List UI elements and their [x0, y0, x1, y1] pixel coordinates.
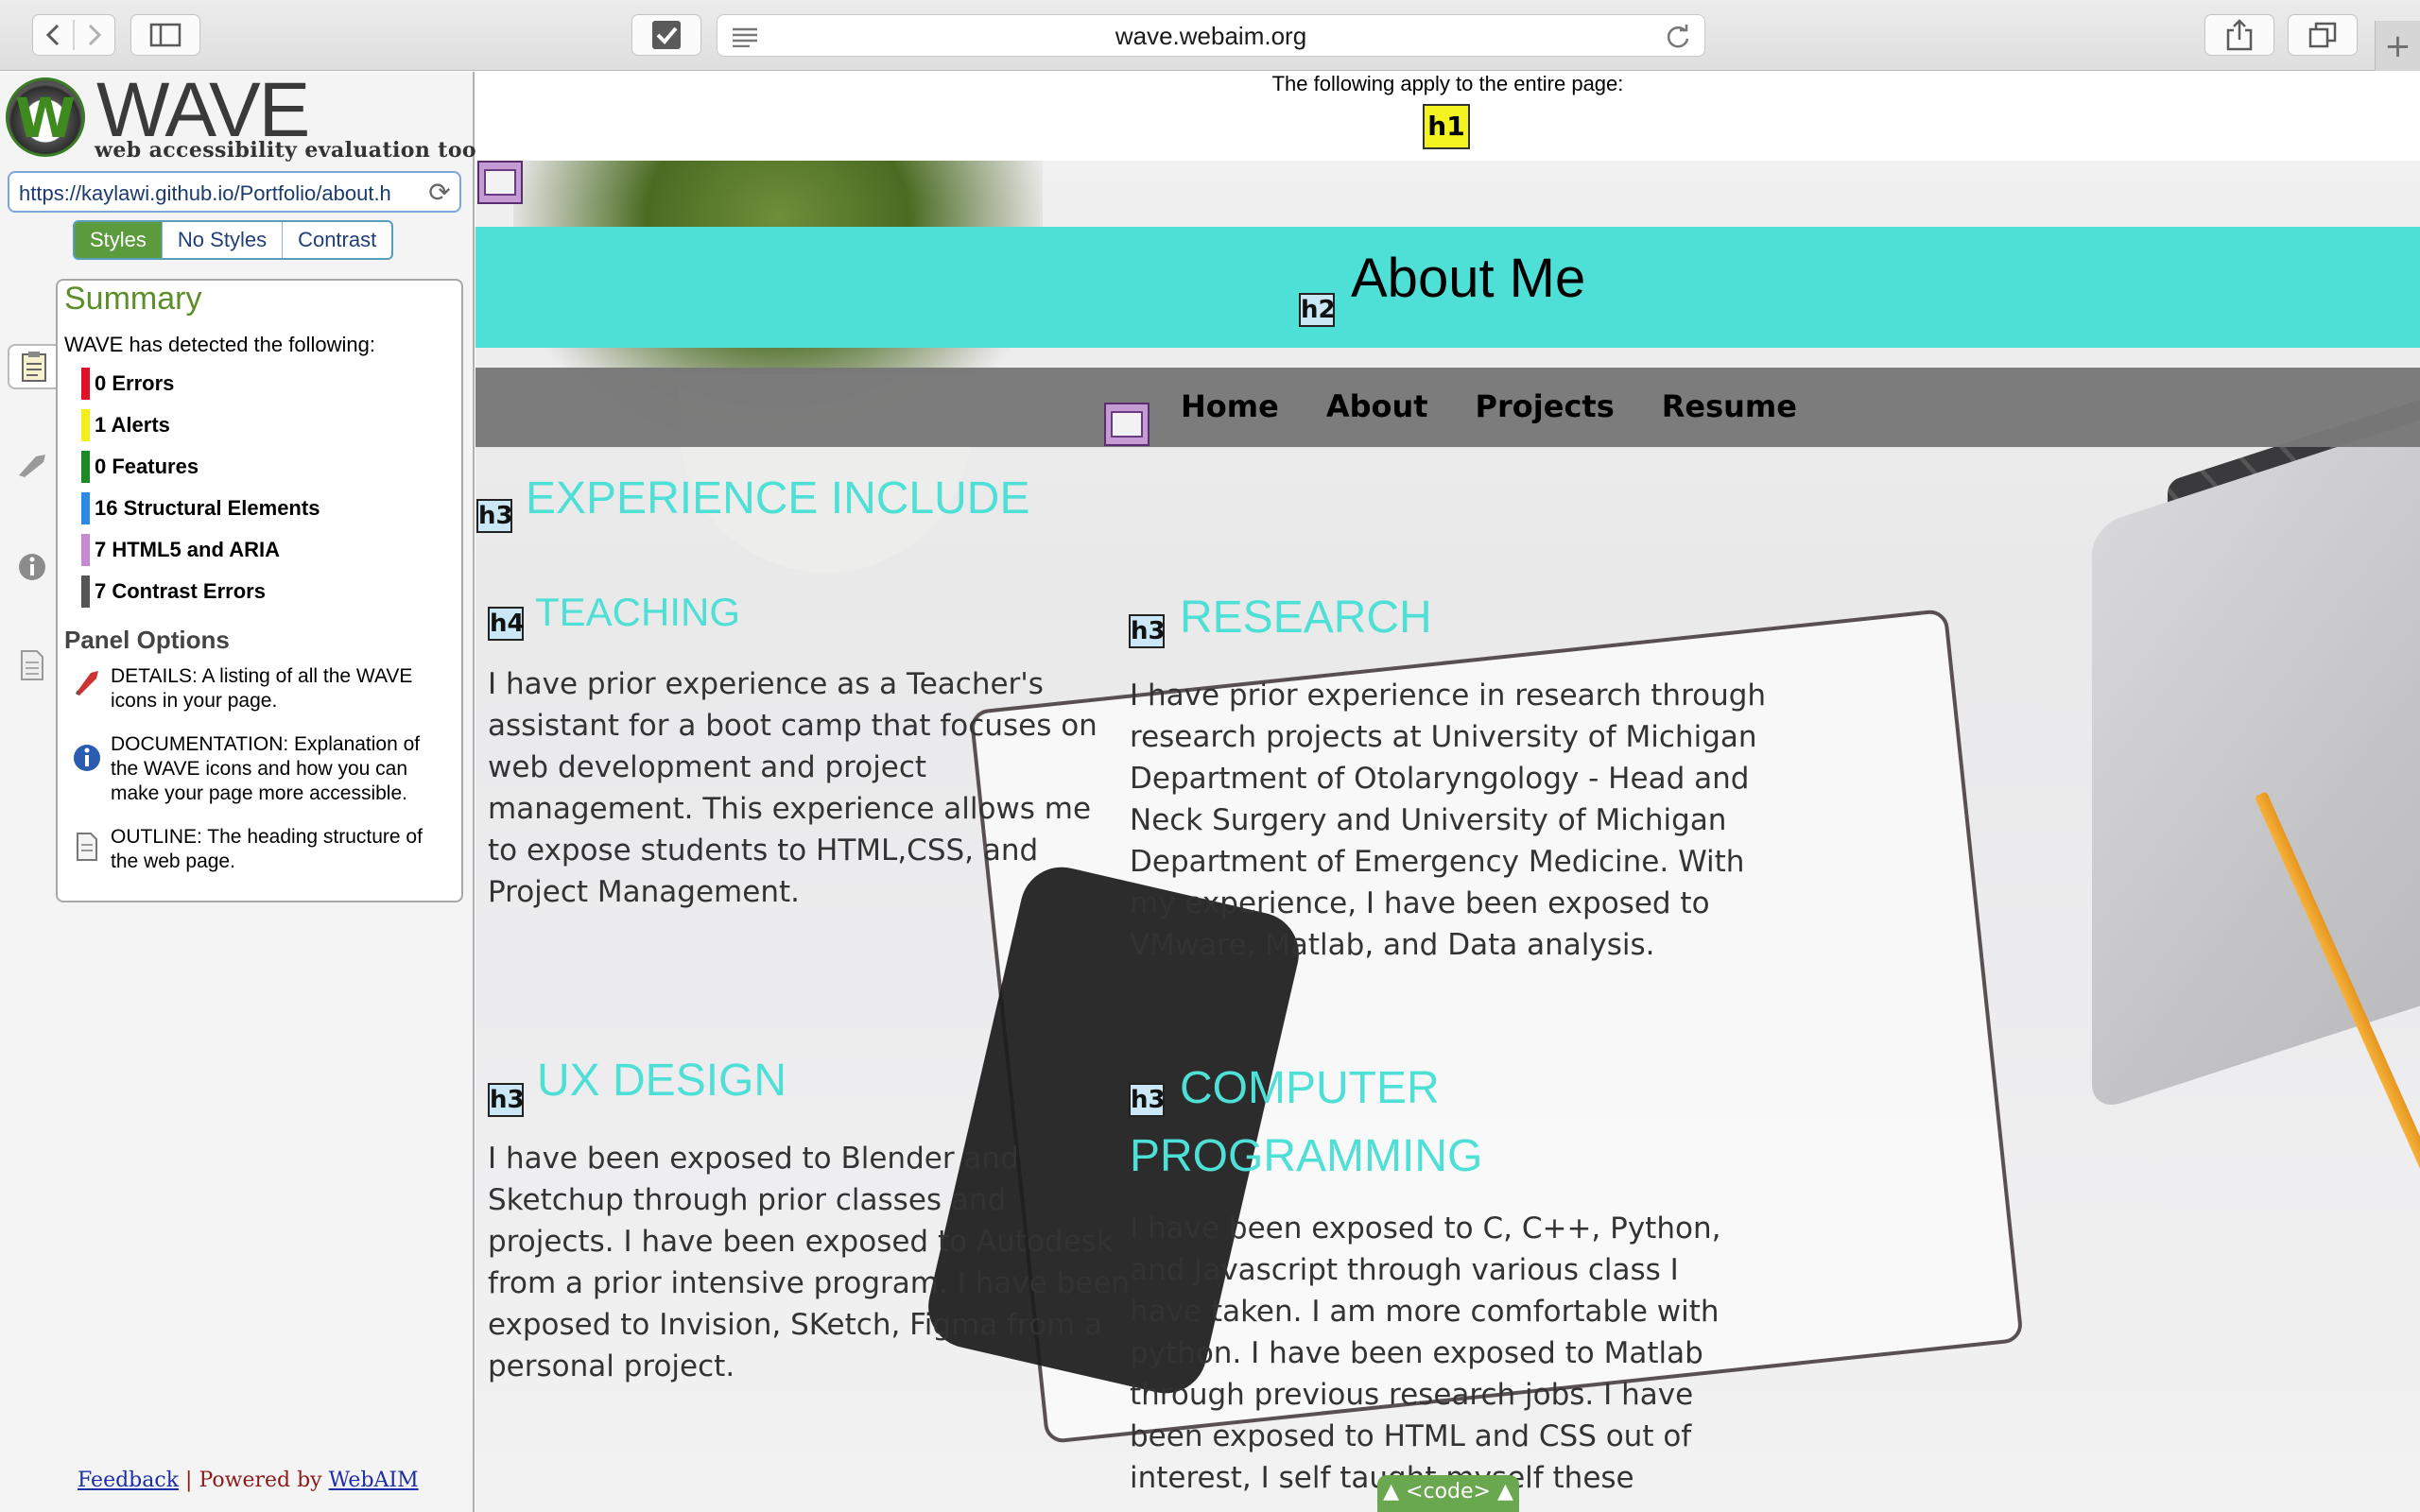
features-color-bar: [81, 451, 90, 483]
errors-label: 0 Errors: [95, 371, 175, 395]
summary-tab-icon[interactable]: [8, 344, 59, 389]
panel-options-title: Panel Options: [64, 626, 230, 654]
webaim-link[interactable]: WebAIM: [329, 1469, 419, 1492]
research-text: I have prior experience in research thro…: [1130, 679, 1767, 962]
view-mode-toggle: Styles No Styles Contrast: [73, 220, 394, 260]
evaluated-page: The following apply to the entire page: …: [475, 72, 2420, 1512]
documentation-option[interactable]: DOCUMENTATION: Explanation of the WAVE i…: [111, 732, 451, 806]
outline-tab-icon[interactable]: [9, 643, 55, 688]
tabs-icon: [2308, 22, 2337, 48]
nav-about-link[interactable]: About: [1326, 388, 1428, 424]
new-tab-button[interactable]: +: [2375, 21, 2420, 71]
page-level-note: The following apply to the entire page:: [1271, 72, 1624, 95]
share-icon: [2226, 19, 2253, 51]
research-heading: RESEARCH: [1180, 593, 1432, 643]
powered-by-text: Powered by: [199, 1469, 322, 1492]
structural-label: 16 Structural Elements: [95, 496, 320, 520]
wave-url-input[interactable]: https://kaylawi.github.io/Portfolio/abou…: [8, 171, 461, 213]
outline-icon: [77, 833, 97, 861]
h2-structure-icon[interactable]: h2: [1299, 293, 1336, 327]
page-level-notices: The following apply to the entire page: …: [475, 72, 2420, 161]
summary-html5-aria[interactable]: 7 HTML5 and ARIA: [81, 534, 280, 566]
summary-features[interactable]: 0 Features: [81, 451, 199, 483]
h1-alert-icon[interactable]: h1: [1423, 104, 1470, 149]
wave-subtitle: web accessibility evaluation tool: [95, 138, 485, 163]
info-tab-icon[interactable]: [9, 544, 55, 590]
nav-landmark-icon[interactable]: [1104, 403, 1150, 446]
summary-structural[interactable]: 16 Structural Elements: [81, 492, 320, 524]
about-heading: About Me: [1351, 248, 1586, 309]
sidebar-toggle-button[interactable]: [130, 14, 200, 56]
programming-heading: COMPUTER PROGRAMMING: [1130, 1063, 1483, 1181]
summary-detected-text: WAVE has detected the following:: [64, 333, 375, 356]
contrast-mode-button[interactable]: Contrast: [283, 222, 391, 258]
code-panel-toggle[interactable]: ▲ <code> ▲: [1377, 1475, 1519, 1512]
contrast-label: 7 Contrast Errors: [95, 579, 266, 603]
feedback-link[interactable]: Feedback: [78, 1469, 179, 1492]
back-forward-buttons[interactable]: [32, 14, 115, 56]
details-option[interactable]: DETAILS: A listing of all the WAVE icons…: [111, 664, 451, 713]
summary-title: Summary: [64, 281, 202, 317]
tabs-overview-button[interactable]: [2288, 14, 2358, 56]
details-icon: [76, 671, 98, 696]
programming-text: I have been exposed to C, C++, Python, a…: [1130, 1211, 1721, 1495]
aria-color-bar: [81, 534, 90, 566]
address-bar[interactable]: wave.webaim.org: [717, 14, 1705, 57]
wave-extension-button[interactable]: [631, 14, 701, 56]
h3-structure-icon[interactable]: h3: [1129, 614, 1166, 648]
features-label: 0 Features: [95, 455, 199, 478]
browser-toolbar: wave.webaim.org +: [0, 0, 2420, 71]
contrast-color-bar: [81, 576, 90, 608]
outline-option[interactable]: OUTLINE: The heading structure of the we…: [111, 825, 451, 874]
share-button[interactable]: [2204, 14, 2274, 56]
wave-logo: W: [6, 77, 85, 157]
summary-errors[interactable]: 0 Errors: [81, 368, 174, 400]
structural-color-bar: [81, 492, 90, 524]
ux-text: I have been exposed to Blender and Sketc…: [488, 1142, 1131, 1383]
alerts-label: 1 Alerts: [95, 413, 170, 437]
summary-contrast[interactable]: 7 Contrast Errors: [81, 576, 266, 608]
sidebar-footer: Feedback | Powered by WebAIM: [78, 1469, 419, 1492]
h3-structure-icon[interactable]: h3: [488, 1083, 525, 1117]
refresh-icon[interactable]: ⟳: [425, 179, 454, 207]
footer-separator: |: [185, 1469, 193, 1492]
no-styles-mode-button[interactable]: No Styles: [163, 222, 284, 258]
alerts-color-bar: [81, 409, 90, 441]
main-nav: Home About Projects Resume: [1181, 388, 1797, 424]
address-text: wave.webaim.org: [1115, 22, 1307, 50]
wave-url-value: https://kaylawi.github.io/Portfolio/abou…: [19, 181, 391, 205]
nav-resume-link[interactable]: Resume: [1662, 388, 1797, 424]
header-landmark-icon[interactable]: [477, 161, 523, 204]
h3-structure-icon[interactable]: h3: [476, 499, 513, 533]
aria-label: 7 HTML5 and ARIA: [95, 538, 280, 561]
teaching-text: I have prior experience as a Teacher's a…: [488, 667, 1098, 909]
ux-heading: UX DESIGN: [537, 1056, 787, 1106]
experience-heading: EXPERIENCE INCLUDE: [526, 473, 1030, 524]
documentation-icon: [74, 745, 100, 771]
h4-structure-icon[interactable]: h4: [488, 607, 525, 641]
nav-home-link[interactable]: Home: [1181, 388, 1279, 424]
teaching-heading: TEACHING: [535, 590, 741, 634]
details-tab-icon[interactable]: [9, 442, 55, 488]
errors-color-bar: [81, 368, 90, 400]
summary-alerts[interactable]: 1 Alerts: [81, 409, 170, 441]
reload-icon[interactable]: [1665, 24, 1691, 50]
nav-projects-link[interactable]: Projects: [1476, 388, 1615, 424]
styles-mode-button[interactable]: Styles: [75, 222, 163, 258]
